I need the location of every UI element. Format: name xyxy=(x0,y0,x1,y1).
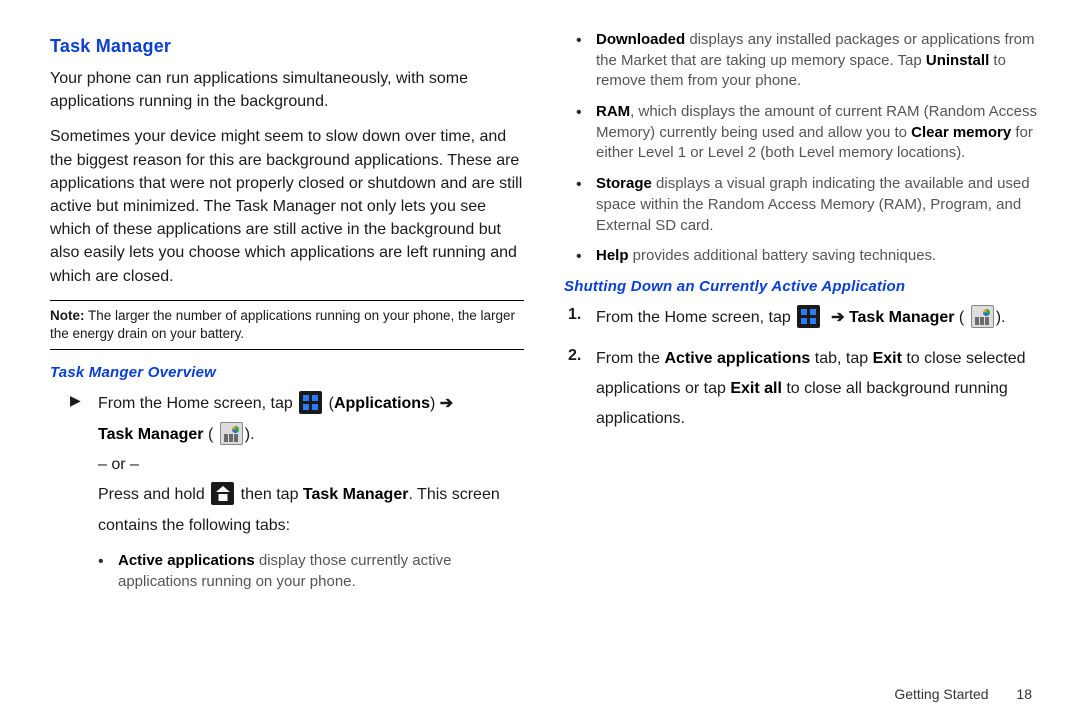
bullet-term: RAM xyxy=(596,103,630,120)
t: Press and hold xyxy=(98,486,209,503)
bullet-text: Downloaded displays any installed packag… xyxy=(596,30,1038,92)
paragraph-intro-2: Sometimes your device might seem to slow… xyxy=(50,125,524,287)
exit-all-label: Exit all xyxy=(730,380,782,397)
right-column: • Downloaded displays any installed pack… xyxy=(564,30,1038,700)
bullet-help: • Help provides additional battery savin… xyxy=(576,246,1038,268)
page-footer: Getting Started 18 xyxy=(894,686,1032,702)
t: ). xyxy=(245,426,255,443)
step-shutdown-2: 2. From the Active applications tab, tap… xyxy=(568,344,1038,435)
t: ) xyxy=(430,395,440,412)
arrow-glyph: ➔ xyxy=(831,309,844,326)
bullet-text: Active applications display those curren… xyxy=(118,551,524,592)
task-manager-label: Task Manager xyxy=(303,486,409,503)
t: From the Home screen, tap xyxy=(98,395,297,412)
home-key-icon xyxy=(211,482,234,505)
bullet-text: Storage displays a visual graph indicati… xyxy=(596,174,1038,236)
overview-bullets: • Active applications display those curr… xyxy=(98,551,524,592)
note-label: Note: xyxy=(50,308,85,323)
applications-icon xyxy=(797,305,820,328)
step-shutdown-1: 1. From the Home screen, tap ➔ Task Mana… xyxy=(568,303,1038,333)
task-manager-label: Task Manager xyxy=(98,426,204,443)
note-box: Note: The larger the number of applicati… xyxy=(50,300,524,350)
bullet-ram: • RAM, which displays the amount of curr… xyxy=(576,102,1038,164)
bullet-dot: • xyxy=(98,551,110,592)
uninstall-label: Uninstall xyxy=(926,52,989,69)
bullet-text: Help provides additional battery saving … xyxy=(596,246,936,268)
t: then tap xyxy=(241,486,303,503)
or-line: – or – xyxy=(98,456,139,473)
bullet-dot: • xyxy=(576,102,588,164)
task-manager-label: Task Manager xyxy=(849,309,955,326)
bullet-dot: • xyxy=(576,246,588,268)
subheading-overview: Task Manger Overview xyxy=(50,364,524,381)
right-bullets: • Downloaded displays any installed pack… xyxy=(576,30,1038,268)
applications-icon xyxy=(299,391,322,414)
step-shutdown-1-text: From the Home screen, tap ➔ Task Manager… xyxy=(596,303,1038,333)
active-applications-tab: Active applications xyxy=(664,350,810,367)
t: tab, tap xyxy=(810,350,872,367)
bullet-dot: • xyxy=(576,174,588,236)
bullet-downloaded: • Downloaded displays any installed pack… xyxy=(576,30,1038,92)
bullet-term: Help xyxy=(596,247,629,264)
note-text: The larger the number of applications ru… xyxy=(50,308,515,341)
t: provides additional battery saving techn… xyxy=(629,247,937,264)
bullet-term: Downloaded xyxy=(596,31,685,48)
arrow-glyph: ➔ xyxy=(440,395,453,412)
exit-label: Exit xyxy=(873,350,902,367)
play-marker-icon: ▶ xyxy=(70,389,90,541)
bullet-dot: • xyxy=(576,30,588,92)
section-heading: Task Manager xyxy=(50,36,524,57)
step-number: 2. xyxy=(568,344,588,435)
t: From the Home screen, tap xyxy=(596,309,795,326)
step-number: 1. xyxy=(568,303,588,333)
step-shutdown-2-text: From the Active applications tab, tap Ex… xyxy=(596,344,1038,435)
t: ( xyxy=(204,426,214,443)
footer-section: Getting Started xyxy=(894,686,988,702)
applications-label: Applications xyxy=(334,395,430,412)
step-overview-1-text: From the Home screen, tap ( Applications)… xyxy=(98,389,524,541)
bullet-active-applications: • Active applications display those curr… xyxy=(98,551,524,592)
left-column: Task Manager Your phone can run applicat… xyxy=(50,30,524,700)
t: ). xyxy=(996,309,1006,326)
clear-memory-label: Clear memory xyxy=(911,124,1011,141)
task-manager-icon xyxy=(220,422,243,445)
bullet-term: Storage xyxy=(596,175,652,192)
task-manager-icon xyxy=(971,305,994,328)
step-overview-1: ▶ From the Home screen, tap ( Application… xyxy=(70,389,524,541)
paragraph-intro-1: Your phone can run applications simultan… xyxy=(50,67,524,113)
bullet-term: Active applications xyxy=(118,552,255,569)
subheading-shutdown: Shutting Down an Currently Active Applic… xyxy=(564,278,1038,295)
t: From the xyxy=(596,350,664,367)
page-number: 18 xyxy=(1016,686,1032,702)
t: displays a visual graph indicating the a… xyxy=(596,175,1030,233)
bullet-text: RAM, which displays the amount of curren… xyxy=(596,102,1038,164)
bullet-storage: • Storage displays a visual graph indica… xyxy=(576,174,1038,236)
t: ( xyxy=(954,309,964,326)
manual-page: Task Manager Your phone can run applicat… xyxy=(0,0,1080,720)
